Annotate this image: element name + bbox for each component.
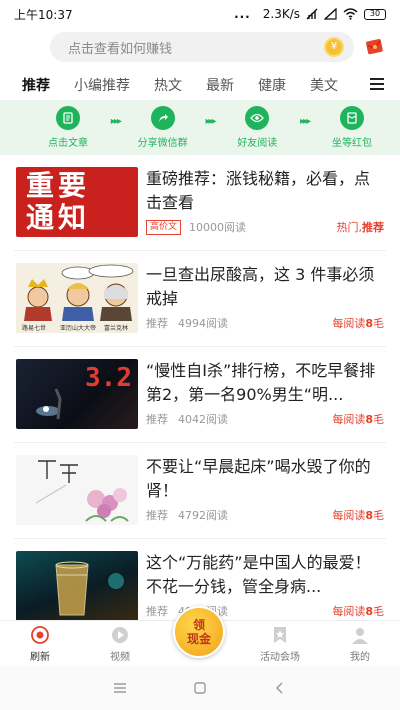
thumb-caption: 亚历山大大帝	[60, 325, 97, 332]
reward-text: 每阅读8毛	[332, 605, 384, 618]
nav-profile[interactable]: 我的	[320, 621, 400, 666]
article-source: 推荐	[146, 605, 168, 618]
article-item[interactable]: 不要让“早晨起床”喝水毁了你的肾！ 推荐 4792阅读 每阅读8毛	[14, 443, 386, 539]
article-meta: 推荐 4994阅读 每阅读8毛	[146, 315, 384, 331]
notification-dots: ...	[234, 7, 251, 21]
article-title[interactable]: 不要让“早晨起床”喝水毁了你的肾！	[146, 455, 384, 503]
step-wait-red-packet: 坐等红包	[322, 106, 382, 149]
reward-text: 每阅读8毛	[332, 317, 384, 330]
star-bookmark-icon	[274, 626, 286, 643]
article-source: 推荐	[146, 317, 168, 330]
nav-video[interactable]: 视频	[80, 621, 160, 666]
tab-latest[interactable]: 最新	[206, 75, 234, 95]
article-item[interactable]: 3.2 “慢性自I杀”排行榜，不吃早餐排第2，第一名90%男生“明... 推荐 …	[14, 347, 386, 443]
menu-lines-icon[interactable]	[112, 680, 128, 696]
earn-steps-banner[interactable]: 点击文章 ▸▸▸ 分享微信群 ▸▸▸ 好友阅读 ▸▸▸ 坐等红包	[0, 100, 400, 155]
tab-hot[interactable]: 热文	[154, 75, 182, 95]
category-tabs: 推荐 小编推荐 热文 最新 健康 美文	[0, 70, 400, 100]
claim-cash-button[interactable]: 领 现金	[173, 606, 225, 658]
play-icon	[112, 626, 128, 643]
read-count: 4042阅读	[178, 413, 228, 426]
article-title[interactable]: 一旦查出尿酸高，这 3 件事必须戒掉	[146, 263, 384, 311]
glass-of-liquid-illustration	[55, 561, 124, 616]
share-icon	[150, 106, 175, 130]
signal-icon	[324, 8, 337, 20]
arrow-icon: ▸▸▸	[205, 116, 216, 127]
step-label: 坐等红包	[331, 138, 372, 149]
article-item[interactable]: 重要 通知 重磅推荐：涨钱秘籍，必看，点击查看 高价文 10000阅读 热门,推…	[14, 155, 386, 251]
tab-editor-picks[interactable]: 小编推荐	[74, 75, 130, 95]
nav-refresh[interactable]: 刷新	[0, 621, 80, 666]
nav-label: 我的	[350, 651, 370, 663]
article-meta: 推荐 4792阅读 每阅读8毛	[146, 507, 384, 523]
thumb-caption: 路易七世	[22, 325, 47, 332]
tab-health[interactable]: 健康	[258, 75, 286, 95]
home-square-icon[interactable]	[192, 680, 208, 696]
coin-icon[interactable]: ¥	[324, 37, 344, 57]
step-friends-read: 好友阅读	[227, 106, 287, 149]
thumb-caption: 富兰克林	[104, 325, 129, 332]
user-icon	[352, 627, 368, 644]
calligraphy-flowers-illustration	[35, 460, 129, 522]
nav-label: 刷新	[30, 651, 50, 663]
reward-text: 热门,推荐	[336, 221, 385, 234]
tabs-fade	[340, 70, 370, 100]
read-count: 10000阅读	[189, 221, 247, 234]
article-feed[interactable]: 重要 通知 重磅推荐：涨钱秘籍，必看，点击查看 高价文 10000阅读 热门,推…	[0, 155, 400, 620]
system-nav-bar	[0, 666, 400, 710]
step-click-article: 点击文章	[38, 106, 98, 149]
step-share-group: 分享微信群	[133, 106, 193, 149]
search-placeholder: 点击查看如何赚钱	[68, 41, 173, 57]
arrow-icon: ▸▸▸	[300, 116, 311, 127]
red-packet-icon	[339, 106, 364, 130]
status-indicators: ... 2.3K/s 30	[234, 7, 386, 21]
article-item[interactable]: 路易七世 亚历山大大帝 富兰克林 一旦查出尿酸高，这 3 件事必须戒掉 推荐 4…	[14, 251, 386, 347]
read-count: 4792阅读	[178, 509, 228, 522]
status-bar: 上午10:37 ... 2.3K/s 30	[0, 0, 400, 28]
claim-cash-line1: 领	[192, 618, 205, 632]
wifi-icon	[343, 8, 358, 20]
tab-essays[interactable]: 美文	[310, 75, 338, 95]
step-label: 分享微信群	[137, 138, 188, 149]
article-thumbnail[interactable]: 路易七世 亚历山大大帝 富兰克林	[16, 263, 138, 333]
network-speed: 2.3K/s	[262, 7, 300, 21]
step-label: 点击文章	[48, 138, 88, 149]
read-count: 4994阅读	[178, 317, 228, 330]
battery-icon: 30	[364, 8, 386, 20]
night-scene-illustration	[36, 388, 62, 420]
nav-label: 视频	[110, 651, 130, 663]
thumb-text: 重要	[26, 169, 91, 202]
reward-text: 每阅读8毛	[332, 413, 384, 426]
refresh-icon	[31, 625, 49, 644]
step-label: 好友阅读	[237, 138, 278, 149]
article-thumbnail[interactable]: 3.2	[16, 359, 138, 429]
article-title[interactable]: 重磅推荐：涨钱秘籍，必看，点击查看	[146, 167, 384, 215]
article-meta: 推荐 4042阅读 每阅读8毛	[146, 411, 384, 427]
thumb-text: 通知	[26, 201, 91, 234]
reward-text: 每阅读8毛	[332, 509, 384, 522]
tab-recommend[interactable]: 推荐	[22, 75, 50, 95]
high-value-badge: 高价文	[146, 219, 182, 235]
article-thumbnail[interactable]: 重要 通知	[16, 167, 138, 237]
claim-cash-line2: 现金	[186, 632, 211, 646]
article-title[interactable]: 这个“万能药”是中国人的最爱！不花一分钱，管全身病...	[146, 551, 384, 599]
status-time: 上午10:37	[14, 7, 73, 22]
search-bar[interactable]: 点击查看如何赚钱 ¥	[50, 32, 354, 62]
article-meta: 高价文 10000阅读 热门,推荐	[146, 219, 384, 235]
document-icon	[56, 106, 80, 130]
article-thumbnail[interactable]	[16, 551, 138, 620]
search-row: 点击查看如何赚钱 ¥	[0, 30, 400, 64]
article-source: 推荐	[146, 509, 168, 522]
eye-icon	[245, 106, 270, 130]
article-source: 推荐	[146, 413, 168, 426]
article-thumbnail[interactable]	[16, 455, 138, 525]
article-title[interactable]: “慢性自I杀”排行榜，不吃早餐排第2，第一名90%男生“明...	[146, 359, 384, 407]
red-envelope-icon[interactable]	[364, 36, 386, 58]
back-icon[interactable]	[272, 680, 288, 696]
menu-icon[interactable]	[370, 78, 384, 90]
data-off-icon	[306, 8, 318, 20]
arrow-icon: ▸▸▸	[110, 116, 122, 127]
nav-label: 活动会场	[260, 651, 300, 663]
nav-events[interactable]: 活动会场	[240, 621, 320, 666]
